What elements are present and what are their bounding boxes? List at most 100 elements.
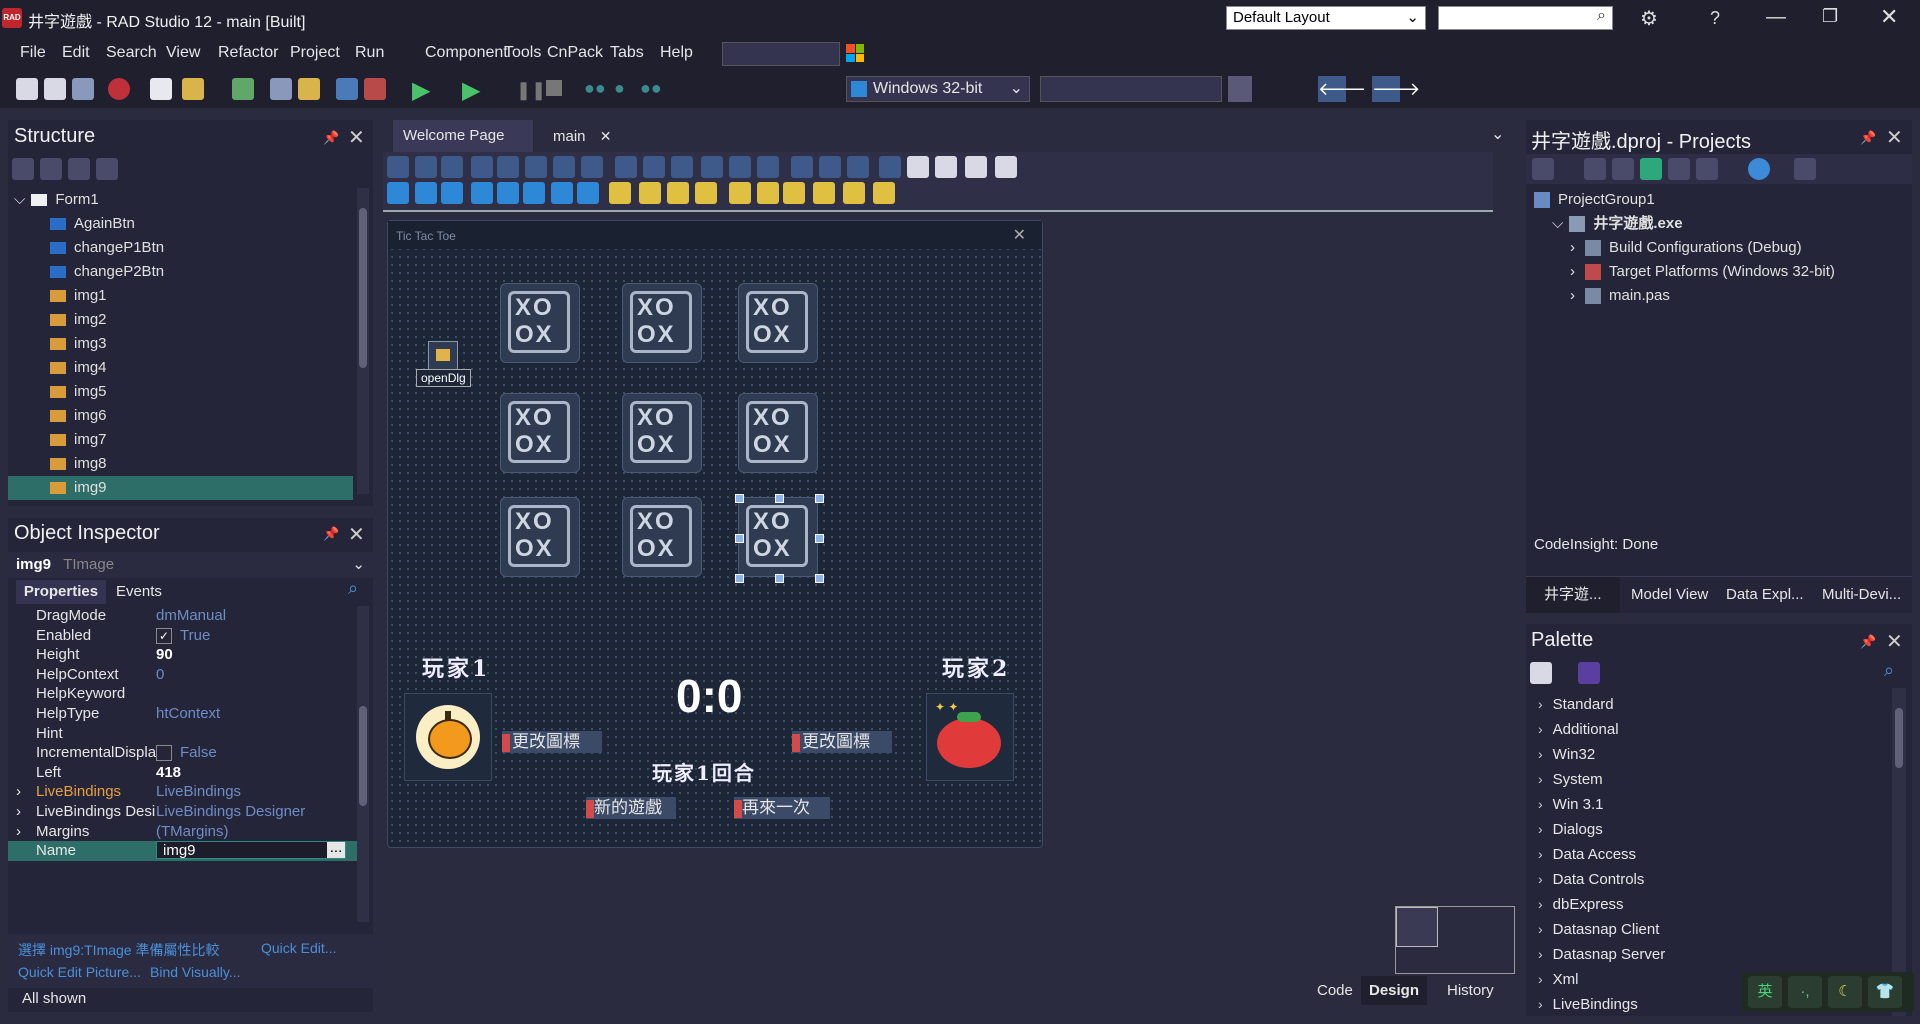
selection-handle[interactable]: [735, 494, 744, 503]
checkbox[interactable]: ✓: [156, 627, 172, 644]
structure-item-img3[interactable]: img3: [8, 332, 353, 356]
menu-help[interactable]: Help: [660, 44, 693, 62]
skin-icon[interactable]: 👕: [1868, 976, 1902, 1008]
quick-edit-link[interactable]: Quick Edit...: [261, 940, 336, 956]
palette-component-icon[interactable]: [441, 182, 463, 204]
board-cell-img1[interactable]: XO OX: [500, 283, 580, 363]
chevron-right-icon[interactable]: ›: [1570, 263, 1575, 280]
palette-category[interactable]: › Standard: [1538, 692, 1614, 716]
property-value[interactable]: htContext: [156, 704, 220, 724]
palette-category[interactable]: › Additional: [1538, 717, 1619, 741]
move-down-icon[interactable]: [96, 158, 118, 180]
menu-run[interactable]: Run: [355, 44, 384, 62]
close-icon[interactable]: ✕: [1886, 125, 1903, 150]
moon-icon[interactable]: ☾: [1828, 976, 1862, 1008]
palette-scrollbar[interactable]: [1892, 688, 1906, 1016]
run-icon[interactable]: ▶: [412, 76, 430, 105]
structure-item-changep2btn[interactable]: changeP2Btn: [8, 260, 353, 284]
menu-view[interactable]: View: [166, 44, 200, 62]
palette-category[interactable]: › Datasnap Client: [1538, 917, 1659, 941]
ime-language-button[interactable]: 英: [1748, 976, 1782, 1008]
menu-tabs[interactable]: Tabs: [610, 44, 644, 62]
align-icon[interactable]: [415, 156, 437, 178]
pin-icon[interactable]: 📌: [1860, 634, 1876, 650]
step-over-icon[interactable]: ●●: [584, 78, 606, 99]
property-row-helpkeyword[interactable]: HelpKeyword: [8, 684, 360, 704]
palette-component-icon[interactable]: [387, 182, 409, 204]
forward-arrow-icon[interactable]: 🡒: [1372, 76, 1420, 102]
structure-item-againbtn[interactable]: AgainBtn: [8, 212, 353, 236]
palette-category[interactable]: › LiveBindings: [1538, 992, 1638, 1016]
search-input[interactable]: ⌕: [1438, 6, 1613, 30]
menu-project[interactable]: Project: [290, 44, 340, 62]
new-project-icon[interactable]: [150, 78, 172, 100]
property-value[interactable]: LiveBindings Designer: [156, 802, 305, 822]
sync-icon[interactable]: [1696, 158, 1718, 180]
property-value[interactable]: 0: [156, 665, 164, 685]
change-p1-button[interactable]: 更改圖標: [502, 731, 602, 753]
menu-cnpack[interactable]: CnPack: [547, 44, 603, 62]
help-icon[interactable]: ?: [1710, 8, 1720, 29]
property-row-height[interactable]: Height 90: [8, 645, 360, 665]
close-file-icon[interactable]: [72, 78, 94, 100]
structure-item-img7[interactable]: img7: [8, 428, 353, 452]
structure-item-img5[interactable]: img5: [8, 380, 353, 404]
run-without-debug-icon[interactable]: ▶: [462, 76, 480, 105]
property-row-livebindings[interactable]: › LiveBindings LiveBindings: [8, 782, 360, 802]
property-value[interactable]: 90: [156, 645, 173, 665]
menu-edit[interactable]: Edit: [62, 44, 90, 62]
add-new-icon[interactable]: [1584, 158, 1606, 180]
settings-icon[interactable]: ⚙: [1640, 6, 1658, 31]
palette-component-icon[interactable]: [577, 182, 599, 204]
project-item[interactable]: › Build Configurations (Debug): [1526, 236, 1802, 260]
property-value[interactable]: LiveBindings: [156, 782, 241, 802]
tab-projects[interactable]: 井字遊...: [1526, 577, 1620, 613]
tab-main[interactable]: main ✕: [533, 120, 633, 152]
board-cell-img8[interactable]: XO OX: [622, 497, 702, 577]
palette-component-icon[interactable]: [551, 182, 573, 204]
structure-item-form1[interactable]: ⌵ Form1: [8, 188, 353, 212]
config-icon[interactable]: [1748, 158, 1770, 180]
palette-category[interactable]: › Xml: [1538, 967, 1579, 991]
more-icon[interactable]: [1794, 158, 1816, 180]
form-designer[interactable]: Tic Tac Toe ✕ openDlg XO OX XO OX XO OX XO OX XO…: [387, 220, 1043, 848]
open-project-icon[interactable]: [298, 78, 320, 100]
close-icon[interactable]: ✕: [348, 522, 365, 547]
stop-icon[interactable]: [546, 80, 562, 96]
align-icon[interactable]: [935, 156, 957, 178]
align-icon[interactable]: [729, 156, 751, 178]
activate-icon[interactable]: [1532, 158, 1554, 180]
align-icon[interactable]: [441, 156, 463, 178]
close-icon[interactable]: ✕: [1886, 629, 1903, 654]
board-cell-img6[interactable]: XO OX: [738, 393, 818, 473]
menu-tools[interactable]: Tools: [504, 44, 541, 62]
menu-search[interactable]: Search: [106, 44, 157, 62]
form-minimap[interactable]: [1395, 906, 1515, 974]
tab-properties[interactable]: Properties: [16, 580, 106, 604]
palette-category[interactable]: › Data Access: [1538, 842, 1636, 866]
property-value[interactable]: False: [156, 743, 217, 763]
close-icon[interactable]: ✕: [348, 125, 365, 150]
palette-component-icon[interactable]: [667, 182, 689, 204]
align-icon[interactable]: [387, 156, 409, 178]
checkbox[interactable]: [156, 745, 172, 762]
new-file-icon[interactable]: [16, 78, 38, 100]
property-row-livebindings-desi[interactable]: › LiveBindings Desi LiveBindings Designer: [8, 802, 360, 822]
bind-visually-link[interactable]: Bind Visually...: [150, 964, 241, 980]
align-icon[interactable]: [497, 156, 519, 178]
align-icon[interactable]: [525, 156, 547, 178]
structure-item-img9[interactable]: img9: [8, 476, 353, 500]
align-icon[interactable]: [581, 156, 603, 178]
menu-file[interactable]: File: [20, 44, 46, 62]
back-arrow-icon[interactable]: 🡐: [1318, 76, 1366, 102]
align-icon[interactable]: [615, 156, 637, 178]
search-icon[interactable]: ⌕: [348, 578, 358, 599]
record-icon[interactable]: [108, 78, 130, 100]
close-window-button[interactable]: ✕: [1880, 4, 1898, 30]
quick-edit-picture-link[interactable]: Quick Edit Picture...: [18, 964, 141, 980]
add-to-project-icon[interactable]: [336, 78, 358, 100]
property-row-incrementaldispla[interactable]: IncrementalDispla False: [8, 743, 360, 763]
property-row-dragmode[interactable]: DragMode dmManual: [8, 606, 360, 626]
align-icon[interactable]: [791, 156, 813, 178]
property-row-hint[interactable]: Hint: [8, 724, 360, 744]
